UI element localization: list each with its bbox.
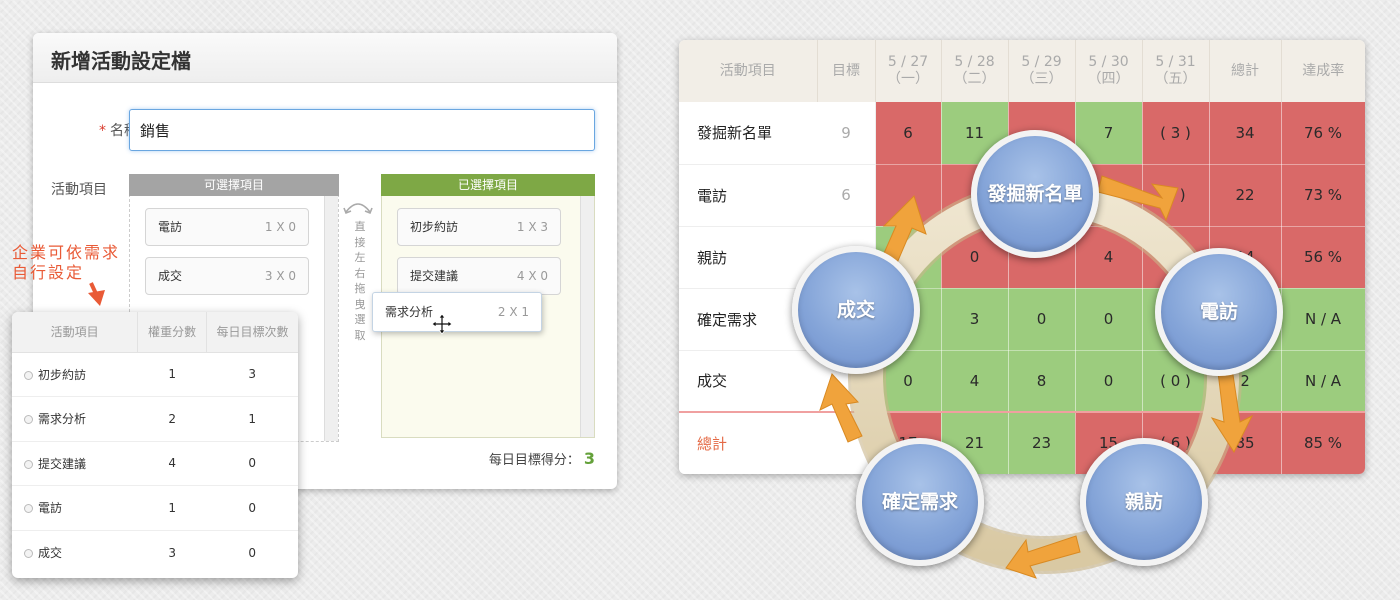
activity-items-label: 活動項目 — [51, 182, 107, 198]
move-cursor-icon — [431, 313, 453, 335]
weights-header-activity: 活動項目 — [12, 312, 139, 353]
drag-hint-text: 直接 左右 拖曳 選取 — [354, 220, 366, 342]
table-row[interactable]: 初步約訪 13 — [12, 352, 298, 397]
weights-table: 活動項目 權重分數 每日目標次數 初步約訪 13 需求分析 21 提交建議 40… — [12, 312, 298, 575]
cycle-step-confirm-needs: 確定需求 — [856, 438, 984, 566]
cycle-step-new-leads: 發掘新名單 — [971, 130, 1099, 258]
radio-button[interactable] — [24, 549, 33, 558]
available-items-header: 可選擇項目 — [129, 174, 339, 196]
annotation-note: 企業可依需求 自行設定 — [12, 243, 121, 282]
header-day: 5 / 27 （一） — [875, 40, 942, 102]
header-rate: 達成率 — [1281, 40, 1365, 102]
available-item-deal[interactable]: 成交 3 X 0 — [145, 257, 309, 295]
weights-table-popup: 活動項目 權重分數 每日目標次數 初步約訪 13 需求分析 21 提交建議 40… — [12, 312, 298, 578]
selected-items-header: 已選擇項目 — [381, 174, 595, 196]
cycle-step-deal: 成交 — [792, 246, 920, 374]
sales-cycle-diagram: 發掘新名單 電訪 親訪 確定需求 成交 — [780, 122, 1310, 592]
required-mark: * — [99, 123, 106, 139]
drag-direction-icon — [343, 203, 373, 215]
tracking-header-row: 活動項目 目標 5 / 27 （一） 5 / 28 （二） 5 / 29 （三） 5 … — [679, 40, 1365, 102]
header-day: 5 / 31 （五） — [1142, 40, 1210, 102]
selected-item-proposal[interactable]: 提交建議 4 X 0 — [397, 257, 561, 295]
header-day: 5 / 28 （二） — [941, 40, 1009, 102]
daily-score-value: 3 — [583, 449, 595, 468]
header-day: 5 / 30 （四） — [1075, 40, 1143, 102]
card-title: 新增活動設定檔 — [33, 33, 617, 83]
daily-score: 每日目標得分： 3 — [488, 449, 595, 468]
table-row[interactable]: 電訪 10 — [12, 485, 298, 531]
dragging-item-needs-analysis[interactable]: 需求分析 2 X 1 — [372, 292, 542, 332]
weights-header-score: 權重分數 — [137, 312, 207, 353]
header-total: 總計 — [1209, 40, 1282, 102]
cycle-step-phone-call: 電訪 — [1155, 248, 1283, 376]
cycle-step-visit: 親訪 — [1080, 438, 1208, 566]
radio-button[interactable] — [24, 459, 33, 469]
table-row[interactable]: 提交建議 40 — [12, 441, 298, 486]
table-row[interactable]: 成交 30 — [12, 530, 298, 575]
weights-header-daily-target: 每日目標次數 — [206, 312, 298, 353]
available-scrollbar[interactable] — [324, 196, 338, 441]
radio-button[interactable] — [24, 415, 33, 425]
available-item-phone-call[interactable]: 電訪 1 X 0 — [145, 208, 309, 246]
selected-item-initial-visit[interactable]: 初步約訪 1 X 3 — [397, 208, 561, 246]
selected-scrollbar[interactable] — [580, 196, 594, 437]
header-goal: 目標 — [817, 40, 876, 102]
header-activity: 活動項目 — [679, 40, 818, 102]
header-day: 5 / 29 （三） — [1008, 40, 1076, 102]
annotation-arrow-icon — [88, 282, 105, 306]
name-input[interactable] — [129, 109, 595, 151]
table-row[interactable]: 需求分析 21 — [12, 396, 298, 442]
radio-button[interactable] — [24, 370, 33, 380]
radio-button[interactable] — [24, 504, 33, 514]
